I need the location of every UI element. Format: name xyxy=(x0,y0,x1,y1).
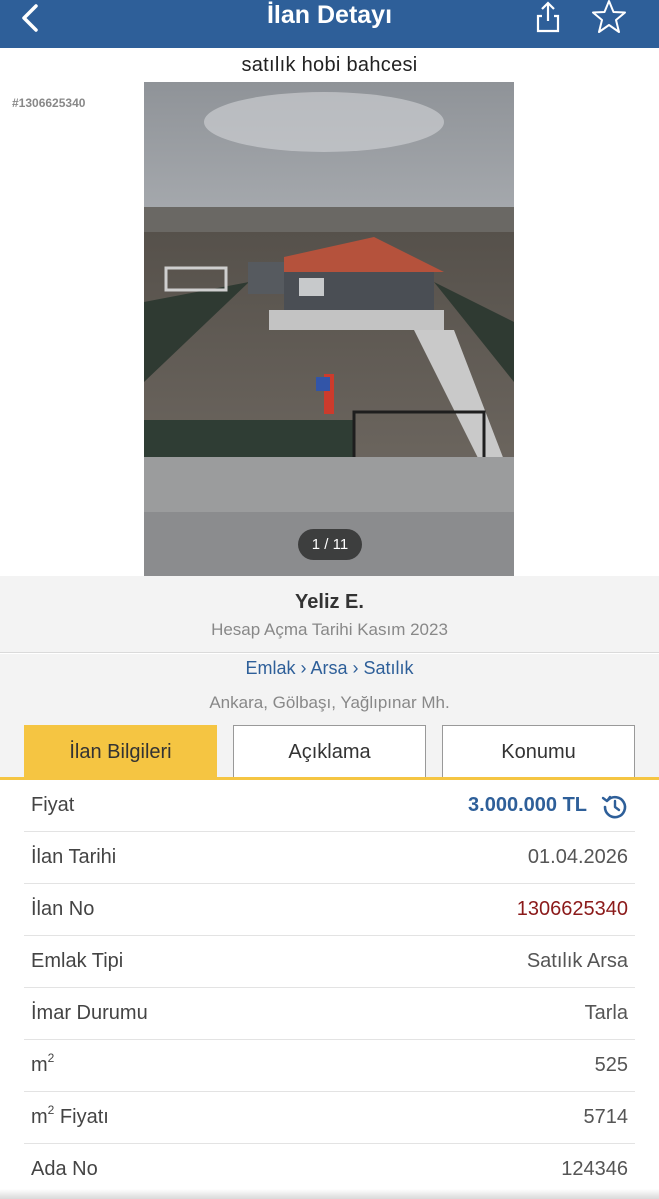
share-button[interactable] xyxy=(532,0,564,34)
type-label: Emlak Tipi xyxy=(31,950,124,972)
detail-row-type: Emlak Tipi Satılık Arsa xyxy=(24,936,635,988)
listing-photo[interactable]: 1 / 11 xyxy=(144,82,514,576)
detail-row-listing-no: İlan No 1306625340 xyxy=(24,884,635,936)
price-label: Fiyat xyxy=(31,794,75,816)
favorite-button[interactable] xyxy=(590,0,628,34)
seller-name: Yeliz E. xyxy=(295,591,364,613)
listing-no-value: 1306625340 xyxy=(516,898,628,920)
details-list: Fiyat 3.000.000 TL İlan Tarihi 01.04.202… xyxy=(0,780,659,1196)
location-text: Ankara, Gölbaşı, Yağlıpınar Mh. xyxy=(209,693,450,712)
tab-location[interactable]: Konumu xyxy=(442,725,635,778)
listing-no-label: İlan No xyxy=(31,898,95,920)
area-value: 525 xyxy=(594,1054,628,1076)
detail-row-area: m2 525 xyxy=(24,1040,635,1092)
detail-row-area-price: m2 Fiyatı 5714 xyxy=(24,1092,635,1144)
area-price-label: m2 Fiyatı xyxy=(31,1103,109,1128)
photo-counter: 1 / 11 xyxy=(298,529,362,560)
top-bar: İlan Detayı xyxy=(0,0,659,48)
tab-description[interactable]: Açıklama xyxy=(233,725,426,778)
price-history-button[interactable] xyxy=(599,792,629,822)
block-label: Ada No xyxy=(31,1158,98,1180)
detail-row-date: İlan Tarihi 01.04.2026 xyxy=(24,832,635,884)
price-value: 3.000.000 TL xyxy=(468,794,587,816)
detail-row-price: Fiyat 3.000.000 TL xyxy=(24,780,635,832)
price-history-icon xyxy=(601,795,627,819)
tab-listing-info[interactable]: İlan Bilgileri xyxy=(24,725,217,778)
block-value: 124346 xyxy=(561,1158,628,1180)
bottom-shadow xyxy=(0,1189,659,1199)
listing-title: satılık hobi bahcesi xyxy=(241,54,418,76)
share-icon xyxy=(536,1,560,33)
breadcrumb[interactable]: Emlak › Arsa › Satılık xyxy=(0,658,659,679)
area-label: m2 xyxy=(31,1051,55,1076)
zoning-value: Tarla xyxy=(584,1002,628,1024)
type-value: Satılık Arsa xyxy=(526,950,628,972)
zoning-label: İmar Durumu xyxy=(31,1002,148,1024)
seller-card[interactable]: Yeliz E. Hesap Açma Tarihi Kasım 2023 xyxy=(0,576,659,653)
star-outline-icon xyxy=(592,0,626,33)
date-value: 01.04.2026 xyxy=(527,846,628,868)
listing-id-tag: #1306625340 xyxy=(12,96,86,110)
detail-row-zoning: İmar Durumu Tarla xyxy=(24,988,635,1040)
account-date: Hesap Açma Tarihi Kasım 2023 xyxy=(211,620,448,639)
date-label: İlan Tarihi xyxy=(31,846,117,868)
area-price-value: 5714 xyxy=(583,1106,629,1128)
